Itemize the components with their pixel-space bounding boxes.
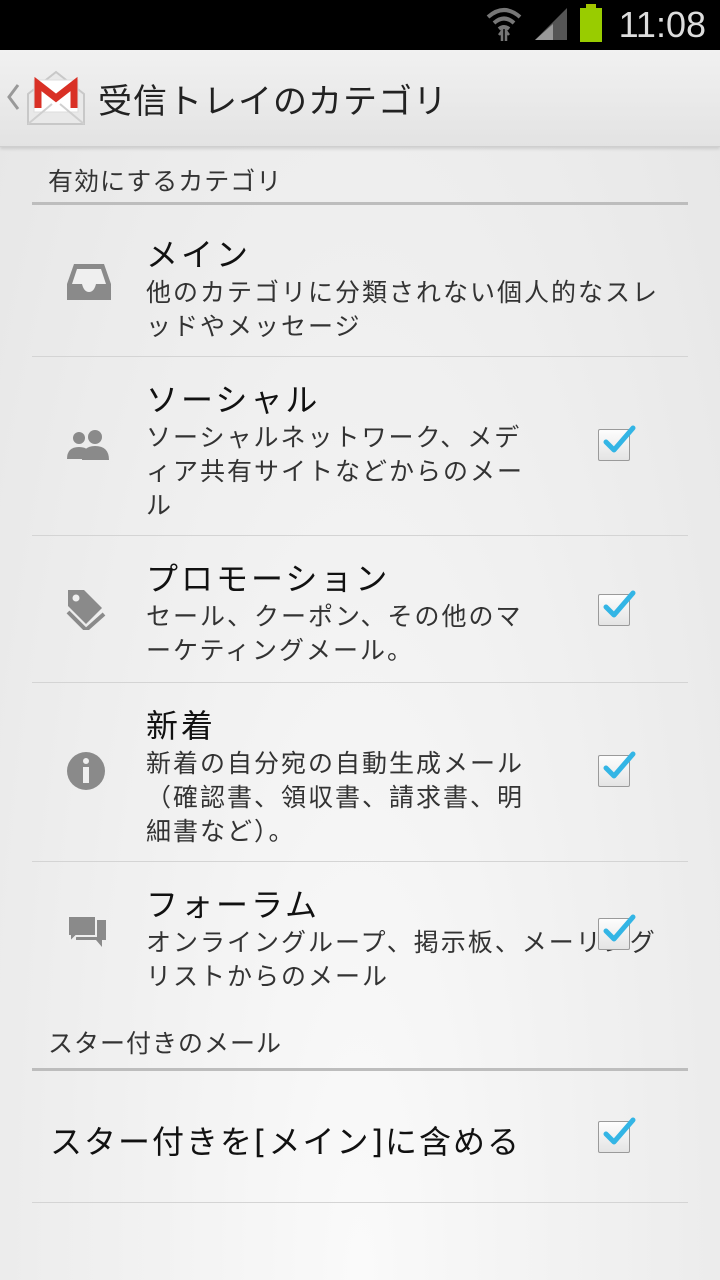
category-description: ソーシャルネットワーク、メディア共有サイトなどからのメール bbox=[146, 423, 525, 520]
section-header-enabled: 有効にするカテゴリ bbox=[32, 158, 688, 205]
battery-icon bbox=[579, 4, 603, 46]
up-navigation-button[interactable] bbox=[6, 82, 20, 116]
section-header-label: スター付きのメール bbox=[48, 1029, 283, 1058]
signal-icon bbox=[533, 6, 569, 44]
checkmark-icon bbox=[603, 590, 636, 618]
page-title: 受信トレイのカテゴリ bbox=[98, 82, 448, 122]
info-icon bbox=[66, 751, 106, 795]
category-row-forums[interactable]: フォーラム オンライングループ、掲示板、メーリングリストからのメール bbox=[32, 862, 688, 1010]
starred-in-primary-label: スター付きを[メイン]に含める bbox=[50, 1123, 521, 1161]
starred-in-primary-checkbox[interactable] bbox=[598, 1117, 636, 1153]
category-row-updates[interactable]: 新着 新着の自分宛の自動生成メール（確認書、領収書、請求書、明細書など）。 bbox=[32, 683, 688, 862]
status-bar: 11:08 bbox=[0, 0, 720, 50]
category-title: 新着 bbox=[146, 707, 217, 745]
wifi-icon bbox=[485, 3, 523, 47]
people-icon bbox=[66, 429, 110, 467]
gmail-envelope-icon[interactable] bbox=[24, 68, 88, 132]
action-bar: 受信トレイのカテゴリ bbox=[0, 50, 720, 147]
checkmark-icon bbox=[603, 751, 636, 779]
starred-in-primary-row[interactable]: スター付きを[メイン]に含める bbox=[32, 1071, 688, 1203]
category-row-social[interactable]: ソーシャル ソーシャルネットワーク、メディア共有サイトなどからのメール bbox=[32, 357, 688, 536]
category-title: メイン bbox=[146, 236, 252, 274]
checkmark-icon bbox=[603, 425, 636, 453]
category-row-main[interactable]: メイン 他のカテゴリに分類されない個人的なスレッドやメッセージ bbox=[32, 210, 688, 357]
category-checkbox-forums[interactable] bbox=[598, 914, 636, 950]
inbox-tray-icon bbox=[66, 262, 112, 306]
chevron-left-icon bbox=[7, 84, 20, 110]
category-title: フォーラム bbox=[146, 886, 321, 924]
category-row-promotions[interactable]: プロモーション セール、クーポン、その他のマーケティングメール。 bbox=[32, 536, 688, 683]
section-header-label: 有効にするカテゴリ bbox=[48, 167, 283, 196]
section-header-starred: スター付きのメール bbox=[32, 1020, 688, 1071]
category-description: 他のカテゴリに分類されない個人的なスレッドやメッセージ bbox=[146, 278, 660, 341]
checkmark-icon bbox=[603, 914, 636, 942]
forum-chat-icon bbox=[66, 914, 108, 956]
category-description: セール、クーポン、その他のマーケティングメール。 bbox=[146, 602, 523, 665]
status-time: 11:08 bbox=[618, 4, 706, 45]
tag-icon bbox=[66, 588, 106, 634]
category-description: オンライングループ、掲示板、メーリングリストからのメール bbox=[146, 928, 657, 991]
category-checkbox-updates[interactable] bbox=[598, 751, 636, 787]
category-checkbox-promotions[interactable] bbox=[598, 590, 636, 626]
category-description: 新着の自分宛の自動生成メール（確認書、領収書、請求書、明細書など）。 bbox=[146, 749, 525, 846]
category-title: プロモーション bbox=[146, 560, 391, 598]
category-checkbox-social[interactable] bbox=[598, 425, 636, 461]
category-title: ソーシャル bbox=[146, 381, 321, 419]
checkmark-icon bbox=[603, 1117, 636, 1145]
